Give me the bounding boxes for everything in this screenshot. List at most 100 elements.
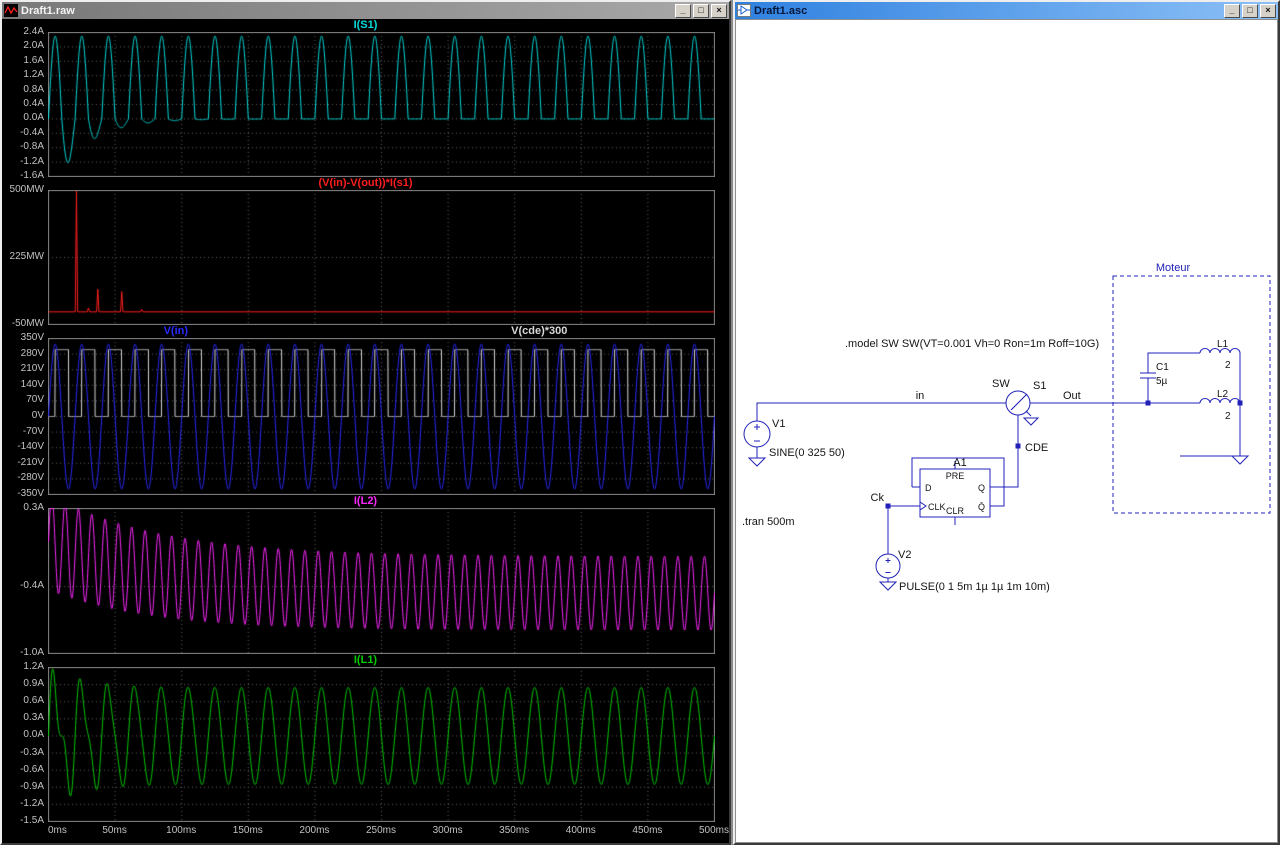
c1-name[interactable]: C1 <box>1156 362 1169 373</box>
v2-value[interactable]: PULSE(0 1 5m 1µ 1µ 1m 10m) <box>899 581 1050 593</box>
ground-icon <box>747 457 767 467</box>
x-axis-tick-label: 150ms <box>232 825 263 836</box>
wave-pane-2: (V(in)-V(out))*I(s1) 500MW 225MW -50MW <box>2 177 729 329</box>
net-label-out[interactable]: Out <box>1063 390 1081 402</box>
y-axis-tick-label: -0.3A <box>20 747 44 758</box>
net-label-ck[interactable]: Ck <box>871 492 885 504</box>
v1-value[interactable]: SINE(0 325 50) <box>769 447 845 459</box>
x-axis-tick-label: 100ms <box>166 825 197 836</box>
trace-label[interactable]: V(in) <box>164 325 188 338</box>
c1-value[interactable]: 5µ <box>1156 376 1168 387</box>
y-axis-tick-label: 0.0A <box>23 729 44 740</box>
a1-pin-clk: CLK <box>928 502 946 512</box>
y-axis-tick-label: 0.4A <box>23 98 44 109</box>
y-axis-tick-label: 2.4A <box>23 26 44 37</box>
asc-window-title: Draft1.asc <box>754 4 808 17</box>
asc-window-titlebar[interactable]: Draft1.asc _ □ × <box>735 2 1278 19</box>
l1-name[interactable]: L1 <box>1217 339 1229 350</box>
y-axis-tick-label: -140V <box>17 441 44 452</box>
maximize-button[interactable]: □ <box>693 3 709 18</box>
pane-title-row: (V(in)-V(out))*I(s1) <box>2 177 729 190</box>
x-axis-tick-label: 50ms <box>102 825 127 836</box>
schematic-editor-area[interactable]: .model SW SW(VT=0.001 Vh=0 Ron=1m Roff=1… <box>735 19 1278 843</box>
minimize-button[interactable]: _ <box>1224 3 1240 18</box>
y-axis-tick-label: -0.9A <box>20 781 44 792</box>
model-directive[interactable]: .model SW SW(VT=0.001 Vh=0 Ron=1m Roff=1… <box>845 338 1099 350</box>
y-axis-tick-label: 0V <box>31 410 44 421</box>
v2-voltage-source[interactable] <box>875 505 912 591</box>
close-button[interactable]: × <box>711 3 727 18</box>
c1-capacitor <box>1140 352 1200 403</box>
y-axis-tick-label: 2.0A <box>23 40 44 51</box>
v1-name[interactable]: V1 <box>772 418 785 430</box>
maximize-button[interactable]: □ <box>1242 3 1258 18</box>
tran-directive[interactable]: .tran 500m <box>742 516 795 528</box>
waveform-icon <box>4 4 18 17</box>
waveform-canvas-pane-2[interactable] <box>48 190 715 325</box>
s1-name[interactable]: S1 <box>1033 380 1046 392</box>
x-axis-tick-label: 500ms <box>698 825 729 836</box>
wire-motor-right <box>1180 353 1241 457</box>
net-label-in[interactable]: in <box>916 390 925 402</box>
wave-pane-5: I(L1) 1.2A 0.9A 0.6A 0.3A 0.0A -0.3A -0.6A -0.9A… <box>2 654 729 826</box>
a1-pin-pre: PRE <box>946 471 965 481</box>
pane-title-row: I(L2) <box>2 495 729 508</box>
waveform-canvas-pane-1[interactable] <box>48 32 715 177</box>
wave-pane-3: V(in) V(cde)*300 350V 280V 210V 140V 70V 0V -70V… <box>2 325 729 499</box>
ground-icon <box>1022 417 1040 426</box>
asc-window-controls: _ □ × <box>1224 3 1276 18</box>
l2-value[interactable]: 2 <box>1225 411 1231 422</box>
junction-nodes <box>885 400 1243 509</box>
ground-icon <box>1230 455 1250 465</box>
y-axis-tick-label: 70V <box>26 394 44 405</box>
a1-pin-qbar: Q̄ <box>978 502 985 512</box>
waveform-canvas-pane-4[interactable] <box>48 508 715 654</box>
trace-label[interactable]: I(L1) <box>354 654 377 667</box>
x-axis-tick-label: 450ms <box>632 825 663 836</box>
s1-switch[interactable] <box>990 390 1040 488</box>
pane-title-row: V(in) V(cde)*300 <box>2 325 729 338</box>
wire-main[interactable] <box>756 402 1200 421</box>
ground-icon <box>878 581 898 591</box>
y-axis-tick-label: 350V <box>20 332 44 343</box>
y-axis-tick-label: 225MW <box>9 251 44 262</box>
waveform-canvas-pane-3[interactable] <box>48 338 715 495</box>
moteur-label[interactable]: Moteur <box>1156 262 1191 274</box>
a1-pin-clr: CLR <box>946 506 965 516</box>
raw-window-titlebar[interactable]: Draft1.raw _ □ × <box>2 2 729 19</box>
moteur-network[interactable] <box>1112 275 1271 514</box>
trace-label[interactable]: (V(in)-V(out))*I(s1) <box>318 177 412 190</box>
minimize-button[interactable]: _ <box>675 3 691 18</box>
waveform-canvas-pane-5[interactable] <box>48 667 715 822</box>
y-axis-tick-label: -1.2A <box>20 798 44 809</box>
schematic-icon <box>737 4 751 17</box>
y-axis-tick-label: -0.6A <box>20 764 44 775</box>
v2-name[interactable]: V2 <box>898 549 911 561</box>
net-label-cde[interactable]: CDE <box>1025 442 1048 454</box>
y-axis-tick-label: -210V <box>17 457 44 468</box>
s1-model-label[interactable]: SW <box>992 378 1010 390</box>
pane-title-row: I(L1) <box>2 654 729 667</box>
y-axis-tick-label: -0.8A <box>20 141 44 152</box>
x-axis-tick-label: 0ms <box>48 825 67 836</box>
waveform-plot-area[interactable]: I(S1) 2.4A 2.0A 1.6A 1.2A 0.8A 0.4A 0.0A -0.4A -0… <box>2 19 729 843</box>
wave-pane-4: I(L2) 0.3A -0.4A -1.0A <box>2 495 729 658</box>
wave-pane-1: I(S1) 2.4A 2.0A 1.6A 1.2A 0.8A 0.4A 0.0A -0.4A -0… <box>2 19 729 181</box>
x-axis-tick-label: 400ms <box>565 825 596 836</box>
moteur-boundary <box>1112 275 1271 514</box>
y-axis-tick-label: 1.2A <box>23 69 44 80</box>
a1-name[interactable]: A1 <box>953 457 966 469</box>
a1-pin-d: D <box>925 483 932 493</box>
y-axis-tick-label: 0.8A <box>23 84 44 95</box>
v1-voltage-source[interactable] <box>743 420 771 467</box>
close-button[interactable]: × <box>1260 3 1276 18</box>
y-axis-tick-label: -280V <box>17 472 44 483</box>
l2-name[interactable]: L2 <box>1217 389 1229 400</box>
trace-label[interactable]: V(cde)*300 <box>511 325 567 338</box>
trace-label[interactable]: I(S1) <box>354 19 378 32</box>
trace-label[interactable]: I(L2) <box>354 495 377 508</box>
l1-value[interactable]: 2 <box>1225 360 1231 371</box>
y-axis-tick-label: -0.4A <box>20 127 44 138</box>
schematic-canvas[interactable]: .model SW SW(VT=0.001 Vh=0 Ron=1m Roff=1… <box>736 20 1278 843</box>
pane-title-row: I(S1) <box>2 19 729 32</box>
